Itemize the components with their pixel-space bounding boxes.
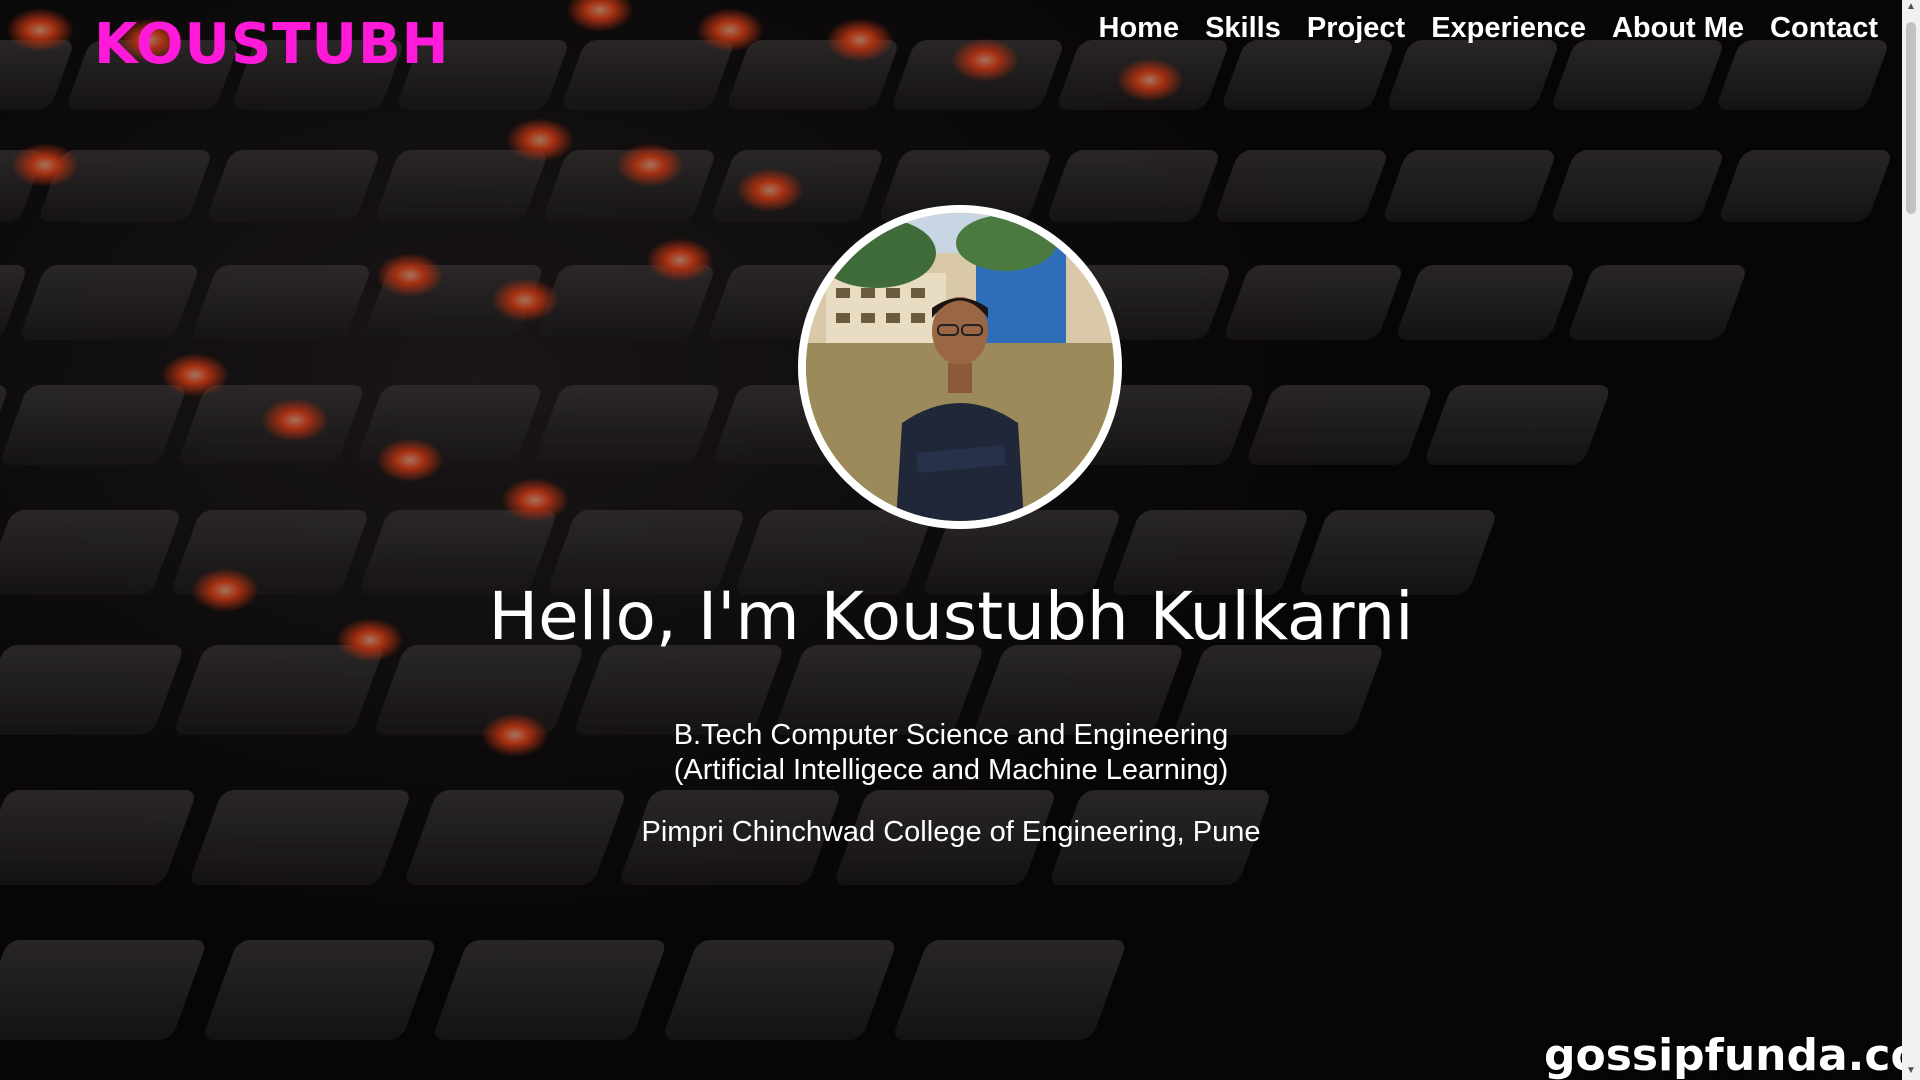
background-shade <box>0 0 1902 1080</box>
nav-about-me[interactable]: About Me <box>1612 12 1744 45</box>
watermark: gossipfunda.com <box>1544 1030 1920 1080</box>
nav-experience[interactable]: Experience <box>1431 12 1586 45</box>
page-scrollbar[interactable]: ▲ ▼ <box>1902 0 1920 1080</box>
nav-skills[interactable]: Skills <box>1205 12 1281 45</box>
nav-contact[interactable]: Contact <box>1770 12 1878 45</box>
degree-text: B.Tech Computer Science and Engineering … <box>0 718 1902 788</box>
college-text: Pimpri Chinchwad College of Engineering,… <box>641 816 1261 848</box>
site-logo[interactable]: KOUSTUBH <box>94 12 450 77</box>
scroll-up-icon[interactable]: ▲ <box>1906 2 1916 12</box>
hero-headline: Hello, I'm Koustubh Kulkarni <box>488 578 1414 655</box>
nav-project[interactable]: Project <box>1307 12 1405 45</box>
profile-photo-illustration <box>806 213 1114 521</box>
degree-line-2: (Artificial Intelligece and Machine Lear… <box>673 754 1229 786</box>
scroll-thumb[interactable] <box>1906 22 1916 214</box>
nav-home[interactable]: Home <box>1099 12 1180 45</box>
scroll-down-icon[interactable]: ▼ <box>1906 1066 1916 1076</box>
profile-photo <box>798 205 1122 529</box>
degree-line-1: B.Tech Computer Science and Engineering <box>673 719 1229 751</box>
main-nav: Home Skills Project Experience About Me … <box>1099 12 1879 45</box>
